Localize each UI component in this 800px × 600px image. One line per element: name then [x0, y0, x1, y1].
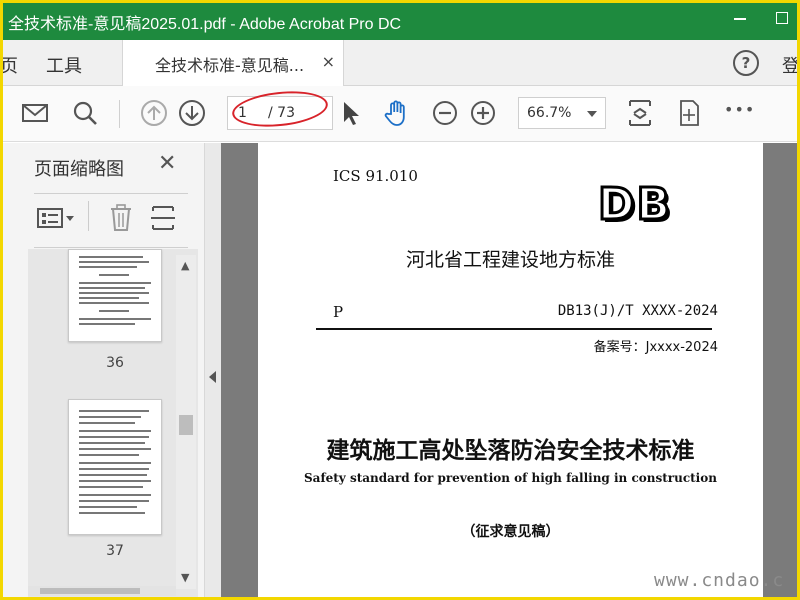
- hand-tool-icon[interactable]: [382, 98, 412, 128]
- panel-close-icon[interactable]: ✕: [158, 151, 176, 176]
- pdf-page: ICS 91.010 DB 河北省工程建设地方标准 P DB13(J)/T XX…: [258, 143, 763, 600]
- login-button[interactable]: 登: [782, 52, 800, 78]
- draft-label: （征求意见稿）: [461, 524, 560, 540]
- panel-divider: [34, 247, 188, 248]
- standard-code: DB13(J)/T XXXX-2024: [557, 303, 718, 319]
- panel-title: 页面缩略图: [34, 159, 124, 180]
- document-viewport[interactable]: ICS 91.010 DB 河北省工程建设地方标准 P DB13(J)/T XX…: [221, 143, 800, 600]
- window-title: 全技术标准-意见稿2025.01.pdf - Adobe Acrobat Pro…: [8, 16, 402, 33]
- zoom-select[interactable]: 66.7%: [518, 97, 606, 129]
- scrollbar-thumb[interactable]: [179, 415, 193, 435]
- document-title-en: Safety standard for prevention of high f…: [304, 471, 717, 485]
- title-bar: 全技术标准-意见稿2025.01.pdf - Adobe Acrobat Pro…: [0, 0, 800, 40]
- nav-home[interactable]: 页: [0, 52, 18, 78]
- next-page-icon[interactable]: [177, 98, 207, 128]
- page-layout-icon[interactable]: [148, 203, 178, 233]
- thumbnail-options-icon[interactable]: [36, 203, 76, 233]
- header-rule: [316, 328, 712, 330]
- document-tab[interactable]: 全技术标准-意见稿... ×: [122, 40, 344, 86]
- toolbar-separator: [119, 100, 120, 128]
- chevron-left-icon: [209, 371, 216, 383]
- help-icon[interactable]: ?: [733, 50, 759, 76]
- db-logo: DB: [596, 178, 673, 232]
- horizontal-scrollbar[interactable]: [28, 586, 176, 596]
- zoom-value: 66.7%: [527, 105, 572, 121]
- zoom-out-icon[interactable]: [430, 98, 460, 128]
- scroll-up-icon[interactable]: ▲: [181, 259, 191, 272]
- record-number: 备案号：Jxxxx-2024: [593, 340, 718, 355]
- chevron-down-icon: [587, 111, 597, 117]
- thumbnail-scrollbar[interactable]: ▲ ▼: [176, 255, 196, 589]
- more-tools-icon[interactable]: •••: [724, 100, 755, 119]
- watermark: www.cndao.c: [654, 570, 785, 591]
- thumbnail-page-number: 36: [106, 355, 124, 371]
- document-tab-label: 全技术标准-意见稿...: [155, 56, 305, 75]
- organization-name: 河北省工程建设地方标准: [405, 249, 615, 271]
- thumbnail-page[interactable]: [68, 249, 162, 342]
- fit-page-icon[interactable]: [624, 98, 656, 128]
- search-icon[interactable]: [70, 98, 100, 128]
- ics-code: ICS 91.010: [333, 167, 418, 185]
- panel-collapse-handle[interactable]: [205, 143, 221, 600]
- category-letter: P: [333, 303, 344, 321]
- thumbnail-panel: 页面缩略图 ✕ 36 37 ▲ ▼: [0, 143, 205, 600]
- toolbar: 1 / 73 66.7% •••: [0, 86, 800, 142]
- select-cursor-icon[interactable]: [336, 98, 366, 128]
- panel-tools-separator: [88, 201, 89, 231]
- tab-close-icon[interactable]: ×: [322, 52, 335, 71]
- thumbnail-page[interactable]: [68, 399, 162, 535]
- nav-tools[interactable]: 工具: [46, 52, 82, 78]
- thumbnail-page-number: 37: [106, 543, 124, 559]
- scroll-down-icon[interactable]: ▼: [181, 571, 191, 584]
- prev-page-icon[interactable]: [139, 98, 169, 128]
- panel-divider: [34, 193, 188, 194]
- trash-icon[interactable]: [106, 203, 136, 233]
- minimize-button[interactable]: [732, 10, 750, 28]
- thumbnail-list: 36 37: [28, 249, 198, 597]
- tab-row: 页 工具 全技术标准-意见稿... × ? 登: [0, 40, 800, 86]
- zoom-in-icon[interactable]: [468, 98, 498, 128]
- maximize-button[interactable]: [776, 12, 788, 24]
- document-title-cn: 建筑施工高处坠落防治安全技术标准: [326, 437, 695, 464]
- full-screen-icon[interactable]: [674, 98, 704, 128]
- mail-icon[interactable]: [20, 98, 50, 128]
- scrollbar-thumb[interactable]: [40, 588, 140, 594]
